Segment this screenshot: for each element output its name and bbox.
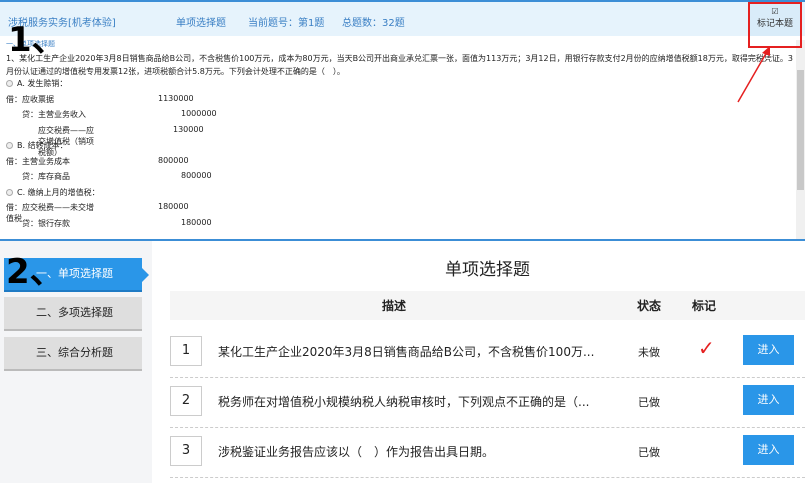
enter-button[interactable]: 进入 (743, 435, 794, 465)
status: 已做 (638, 446, 660, 459)
entry-amount: 1000000 (181, 109, 217, 118)
enter-button[interactable]: 进入 (743, 335, 794, 365)
entry-amount: 800000 (158, 155, 189, 165)
enter-button[interactable]: 进入 (743, 385, 794, 415)
entry-amount: 130000 (173, 124, 204, 134)
table-row: 2 税务师在对增值税小规模纳税人纳税审核时，下列观点不正确的是（... 已做 进… (170, 378, 805, 428)
total-questions: 总题数：32题 (342, 18, 405, 29)
question-number: 1 (170, 336, 202, 366)
scrollbar-thumb[interactable] (797, 70, 804, 190)
entry-line: 贷：库存商品 800000 (6, 171, 212, 187)
option-2[interactable]: C. 缴纳上月的增值税： (6, 187, 100, 203)
sidebar-item-multiple-choice[interactable]: 二、多项选择题 (4, 297, 142, 331)
annotation-box (748, 2, 802, 48)
question-number: 3 (170, 436, 202, 466)
question-desc: 涉税鉴证业务报告应该以（ ）作为报告出具日期。 (218, 445, 495, 459)
table-header: 描述 状态 标记 (170, 291, 805, 320)
scrollbar[interactable] (796, 40, 805, 239)
annotation-arrow (737, 46, 770, 103)
question-type: 单项选择题 (176, 18, 226, 29)
annotation-2: 2、 (6, 252, 64, 292)
current-question: 当前题号：第1题 (248, 18, 325, 29)
page-title: 单项选择题 (445, 260, 530, 280)
options-list: A. 发生赊销： 借：应收票据 1130000 贷：主营业务收入 1000000 应交税费… (6, 78, 217, 234)
exam-header: 涉税服务实务[机考体验] 单项选择题 当前题号：第1题 总题数：32题 ☑ 标记… (0, 2, 805, 36)
radio-button[interactable] (6, 188, 13, 196)
mark-check-icon: ✓ (698, 336, 715, 360)
question-text: 1、某化工生产企业2020年3月8日销售商品给B公司，不含税售价100万元，成本… (6, 54, 793, 76)
table-row: 3 涉税鉴证业务报告应该以（ ）作为报告出具日期。 已做 进入 (170, 428, 805, 478)
sidebar-item-comprehensive-analysis[interactable]: 三、综合分析题 (4, 337, 142, 371)
entry-amount: 800000 (181, 171, 212, 180)
question-panel: 涉税服务实务[机考体验] 单项选择题 当前题号：第1题 总题数：32题 ☑ 标记… (0, 0, 805, 241)
question-desc: 税务师在对增值税小规模纳税人纳税审核时，下列观点不正确的是（... (218, 395, 590, 409)
col-desc: 描述 (382, 299, 407, 313)
entry-line: 借：应交税费——未交增值税 180000 (6, 202, 189, 223)
entry-line: 借：主营业务成本 800000 (6, 156, 189, 172)
option-1[interactable]: B. 结转成本： (6, 140, 100, 156)
entry-account: 贷：主营业务收入 (22, 110, 86, 119)
col-status: 状态 (637, 299, 662, 313)
entry-line: 贷：主营业务收入 1000000 (6, 109, 217, 125)
option-label: B. 结转成本： (17, 141, 68, 150)
entry-line: 借：应收票据 1130000 (6, 94, 194, 110)
col-mark: 标记 (692, 299, 717, 313)
annotation-1: 1、 (8, 20, 66, 60)
option-0[interactable]: A. 发生赊销： (6, 78, 100, 94)
table-row: 1 某化工生产企业2020年3月8日销售商品给B公司，不含税售价100万... … (170, 328, 805, 378)
option-label: C. 缴纳上月的增值税： (17, 187, 100, 197)
question-desc: 某化工生产企业2020年3月8日销售商品给B公司，不含税售价100万... (218, 345, 595, 359)
entry-account: 贷：库存商品 (22, 172, 70, 181)
option-label: A. 发生赊销： (17, 79, 68, 88)
entry-line: 贷：银行存款 180000 (6, 218, 212, 234)
radio-button[interactable] (6, 80, 13, 87)
entry-amount: 1130000 (158, 93, 194, 103)
entry-amount: 180000 (181, 217, 212, 227)
entry-line: 应交税费——应交增值税（销项税额） 130000 (6, 125, 204, 157)
question-number: 2 (170, 386, 202, 416)
entry-account: 借：主营业务成本 (6, 156, 70, 166)
status: 未做 (638, 346, 660, 359)
radio-button[interactable] (6, 142, 13, 149)
status: 已做 (638, 396, 660, 409)
entry-account: 贷：银行存款 (22, 218, 70, 228)
entry-amount: 180000 (158, 202, 189, 211)
entry-account: 借：应收票据 (6, 94, 54, 104)
